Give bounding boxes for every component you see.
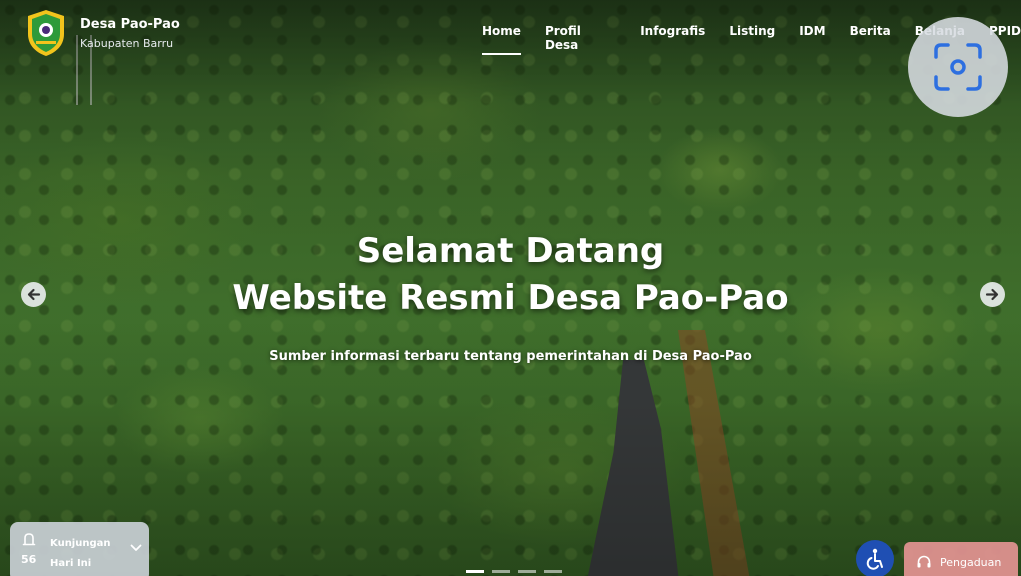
- nav-item-profil-desa[interactable]: Profil Desa: [545, 24, 616, 55]
- nav-item-berita[interactable]: Berita: [850, 24, 891, 55]
- nav-item-idm[interactable]: IDM: [799, 24, 825, 55]
- headset-icon: [917, 555, 931, 568]
- visitor-label-line2: Hari Ini: [50, 558, 92, 569]
- site-name: Desa Pao-Pao: [80, 16, 180, 32]
- carousel-indicators: [466, 570, 562, 573]
- chevron-down-icon[interactable]: [130, 544, 142, 552]
- brand[interactable]: Desa Pao-Pao Kabupaten Barru: [24, 8, 180, 58]
- wheelchair-icon: [866, 548, 883, 570]
- hero-content: Selamat Datang Website Resmi Desa Pao-Pa…: [0, 228, 1021, 364]
- complaint-button[interactable]: Pengaduan: [904, 542, 1018, 576]
- site-subtitle: Kabupaten Barru: [80, 36, 174, 50]
- carousel-dot[interactable]: [466, 570, 484, 573]
- visitor-count: 56: [21, 553, 37, 566]
- carousel-dot[interactable]: [518, 570, 536, 573]
- camera-scan-button[interactable]: [908, 17, 1008, 117]
- hero-title-line2: Website Resmi Desa Pao-Pao: [232, 278, 789, 318]
- accessibility-button[interactable]: [856, 540, 894, 576]
- complaint-label: Pengaduan: [940, 555, 1002, 569]
- carousel-dot[interactable]: [544, 570, 562, 573]
- nav-item-listing[interactable]: Listing: [729, 24, 775, 55]
- hero-title-line1: Selamat Datang: [356, 231, 665, 271]
- bell-icon: [22, 533, 36, 546]
- nav-item-infografis[interactable]: Infografis: [640, 24, 705, 55]
- visitor-label: Kunjungan Hari Ini: [50, 534, 111, 574]
- carousel-dot[interactable]: [492, 570, 510, 573]
- visitor-counter-widget[interactable]: 56 Kunjungan Hari Ini: [10, 522, 149, 576]
- camera-scan-icon: [934, 43, 982, 91]
- nav-item-home[interactable]: Home: [482, 24, 521, 55]
- hero-subtitle: Sumber informasi terbaru tentang pemerin…: [269, 349, 752, 364]
- visitor-label-line1: Kunjungan: [50, 538, 111, 549]
- regency-shield-logo: [28, 10, 64, 56]
